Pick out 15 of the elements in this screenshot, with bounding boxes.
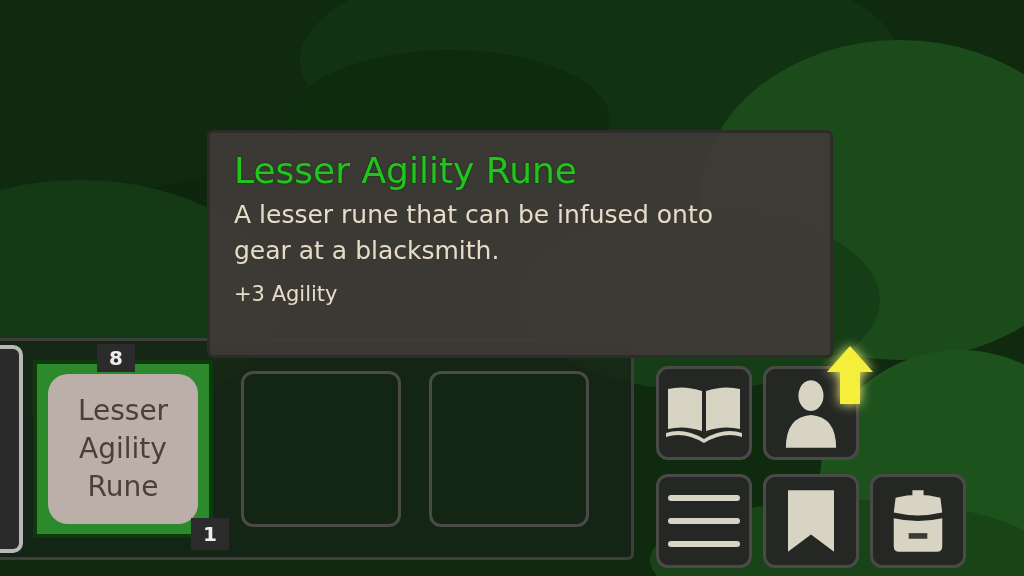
bookmark-icon bbox=[788, 490, 834, 552]
hotbar-slot[interactable] bbox=[0, 345, 23, 553]
tooltip-title: Lesser Agility Rune bbox=[234, 149, 577, 193]
backpack-button[interactable] bbox=[870, 474, 966, 568]
menu-icon bbox=[668, 493, 740, 549]
hotkey-badge: 8 bbox=[97, 344, 135, 372]
tooltip-description: A lesser rune that can be infused onto gear at a blacksmith. bbox=[234, 199, 714, 267]
tooltip-stat: +3 Agility bbox=[234, 281, 338, 308]
character-button[interactable] bbox=[763, 366, 859, 460]
menu-button[interactable] bbox=[656, 474, 752, 568]
item-name: Lesser Agility Rune bbox=[76, 393, 170, 505]
count-badge: 1 bbox=[191, 518, 229, 550]
bookmark-button[interactable] bbox=[763, 474, 859, 568]
book-button[interactable] bbox=[656, 366, 752, 460]
arrow-up-icon bbox=[827, 346, 873, 404]
